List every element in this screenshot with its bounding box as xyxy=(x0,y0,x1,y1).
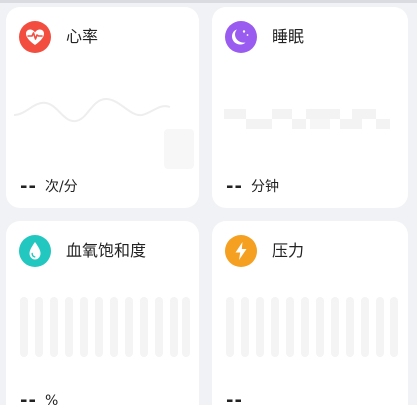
heart-rate-card[interactable]: 心率 -- 次/分 xyxy=(6,7,199,208)
stress-placeholder-bars xyxy=(226,297,398,357)
card-title: 睡眠 xyxy=(272,27,305,46)
heart-rate-unit: 次/分 xyxy=(44,179,78,195)
card-title: 压力 xyxy=(272,241,305,260)
sleep-placeholder-chart xyxy=(224,109,390,129)
stress-value-row: -- xyxy=(226,387,251,405)
sleep-value-row: -- 分钟 xyxy=(226,173,279,197)
spo2-card[interactable]: 血氧饱和度 -- % xyxy=(6,221,199,405)
stress-card[interactable]: 压力 -- xyxy=(212,221,408,405)
sleep-card[interactable]: 睡眠 -- 分钟 xyxy=(212,7,408,208)
card-title: 血氧饱和度 xyxy=(66,241,147,260)
card-title: 心率 xyxy=(66,27,99,46)
stress-value: -- xyxy=(226,390,243,405)
spo2-placeholder-bars xyxy=(20,297,190,357)
spo2-unit: % xyxy=(44,393,59,405)
sleep-value: -- xyxy=(226,176,243,197)
spo2-value-row: -- % xyxy=(20,387,58,405)
health-dashboard: 心率 -- 次/分 睡眠 -- 分钟 血氧饱和度 -- % 压力 -- xyxy=(0,0,417,405)
heart-rate-value: -- xyxy=(20,176,37,197)
water-drop-icon xyxy=(19,235,51,267)
heart-pulse-icon xyxy=(19,21,51,53)
heart-rate-value-row: -- 次/分 xyxy=(20,173,78,197)
lightning-icon xyxy=(225,235,257,267)
sleep-unit: 分钟 xyxy=(250,179,279,195)
spo2-value: -- xyxy=(20,390,37,405)
moon-icon xyxy=(225,21,257,53)
heart-rate-placeholder-chart xyxy=(14,97,194,169)
